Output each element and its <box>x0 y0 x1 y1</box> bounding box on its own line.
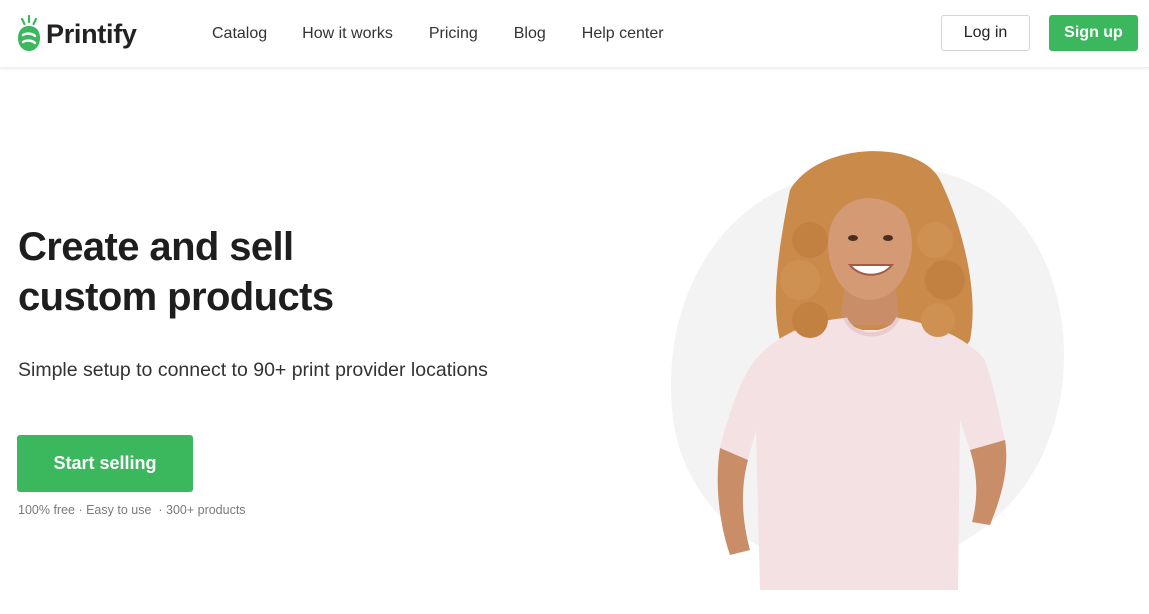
signup-button[interactable]: Sign up <box>1049 15 1138 51</box>
top-header: Printify Catalog How it works Pricing Bl… <box>0 0 1149 68</box>
nav-blog[interactable]: Blog <box>514 24 546 44</box>
nav-pricing[interactable]: Pricing <box>429 24 478 44</box>
page: Printify Catalog How it works Pricing Bl… <box>0 0 1149 614</box>
hero-features-note: 100% free · Easy to use · 300+ products <box>18 503 246 517</box>
start-selling-button[interactable]: Start selling <box>17 435 193 492</box>
nav-how-it-works[interactable]: How it works <box>302 24 393 44</box>
nav-catalog[interactable]: Catalog <box>212 24 267 44</box>
brand-name: Printify <box>46 18 137 49</box>
brand-logo[interactable]: Printify <box>16 14 137 54</box>
hero-title: Create and sell custom products <box>18 222 334 322</box>
nav-help-center[interactable]: Help center <box>582 24 664 44</box>
login-button[interactable]: Log in <box>941 15 1030 51</box>
model-in-tshirt-illustration <box>670 151 1064 590</box>
printify-logo-icon <box>18 15 40 51</box>
hero-title-line-1: Create and sell <box>18 225 294 269</box>
hero-title-line-2: custom products <box>18 275 334 319</box>
main-nav: Catalog How it works Pricing Blog Help c… <box>212 24 664 44</box>
hero-subtitle: Simple setup to connect to 90+ print pro… <box>18 359 488 381</box>
